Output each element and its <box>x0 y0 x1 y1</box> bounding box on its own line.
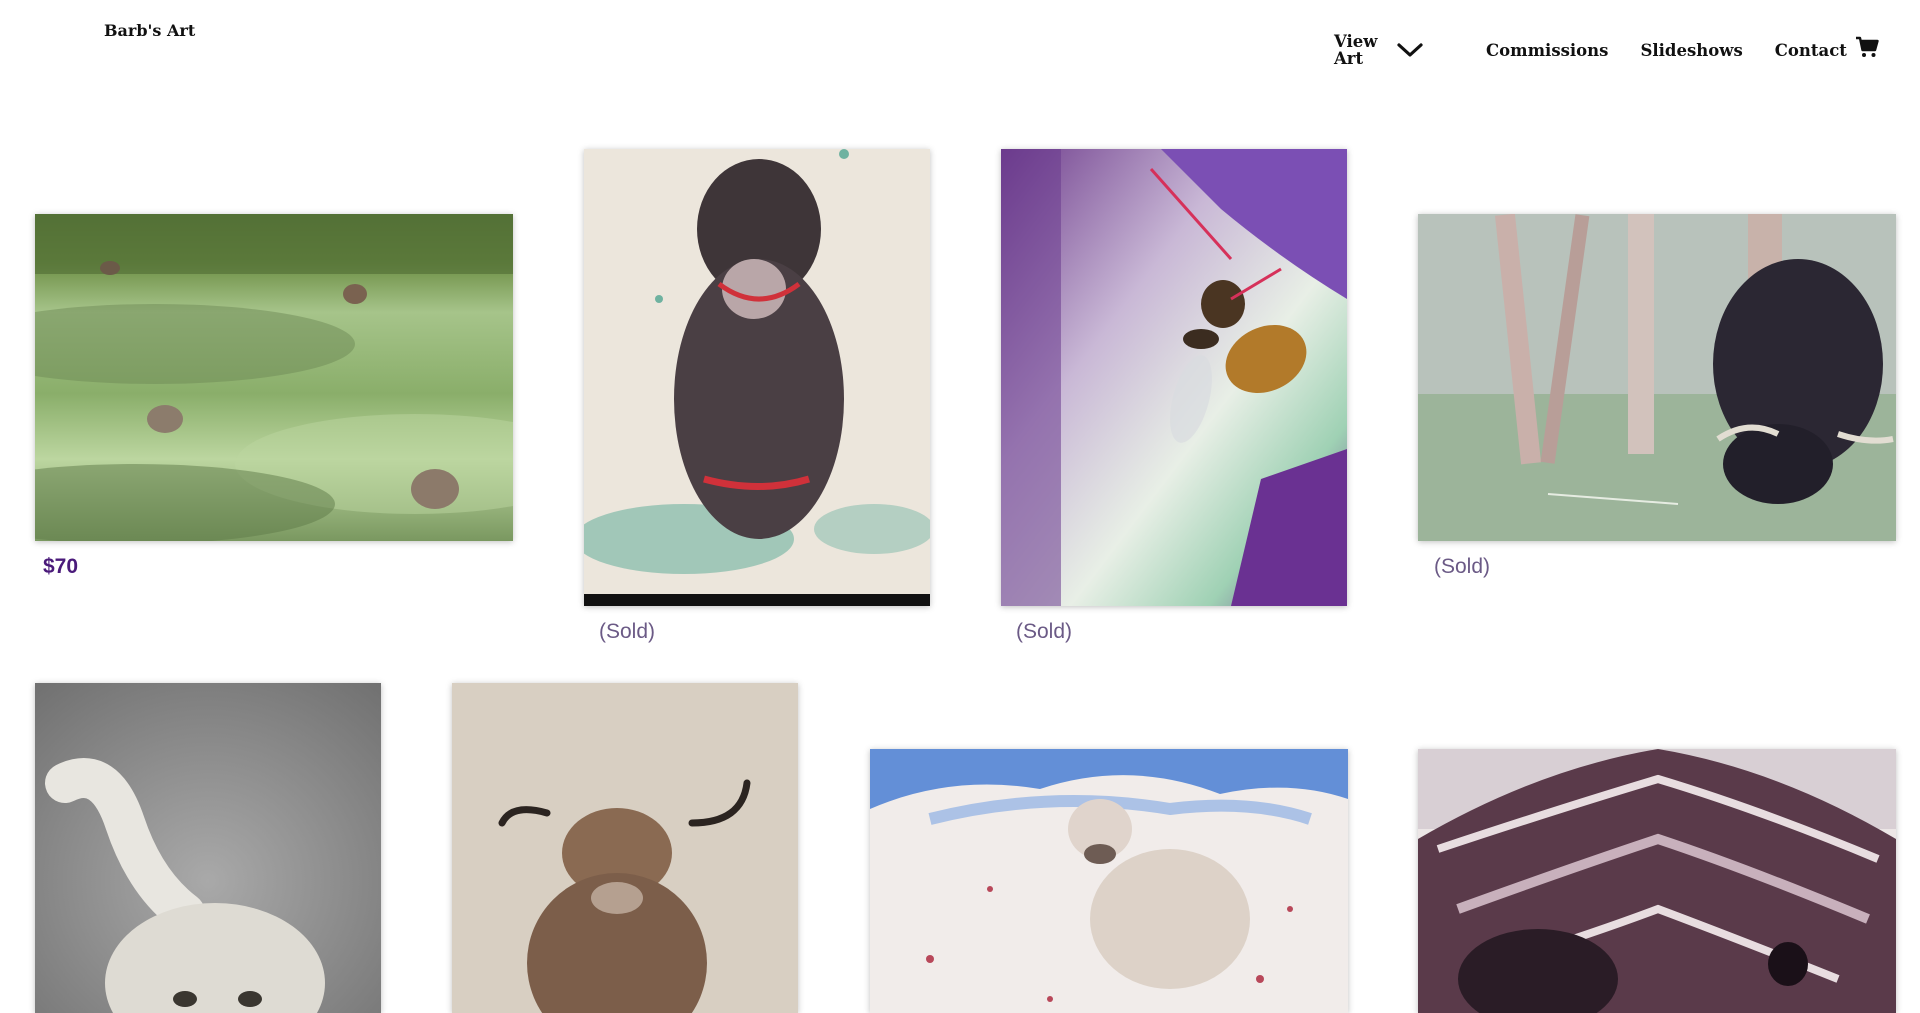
artwork-black-highland-cow[interactable] <box>1418 214 1896 541</box>
nav-commissions[interactable]: Commissions <box>1486 41 1608 60</box>
artwork-price: $70 <box>43 555 79 578</box>
artwork-sold-label: (Sold) <box>1434 555 1491 578</box>
artwork-sold-label: (Sold) <box>1016 620 1073 643</box>
artwork-curly-dog[interactable] <box>584 149 930 606</box>
artwork-white-calf[interactable] <box>870 749 1348 1013</box>
nav-view-art[interactable]: View Art <box>1334 33 1454 67</box>
artwork-brown-highland-bull[interactable] <box>452 683 798 1013</box>
artwork-curly-dog-image <box>584 149 930 606</box>
artwork-highland-cow-closeup[interactable] <box>1418 749 1896 1013</box>
main-nav: View Art Commissions Slideshows Contact <box>1334 30 1879 70</box>
chevron-down-icon <box>1397 43 1423 57</box>
artwork-black-highland-cow-image <box>1418 214 1896 541</box>
artwork-highland-cow-closeup-image <box>1418 749 1896 1013</box>
artwork-white-calf-image <box>870 749 1348 1013</box>
artwork-brown-highland-bull-image <box>452 683 798 1013</box>
nav-view-art-label: View Art <box>1334 32 1378 68</box>
shopping-cart-icon[interactable] <box>1855 35 1879 59</box>
artwork-bee[interactable] <box>1001 149 1347 606</box>
artwork-cattle-field[interactable] <box>35 214 513 541</box>
site-title[interactable]: Barb's Art <box>104 21 195 40</box>
artwork-bee-image <box>1001 149 1347 606</box>
nav-slideshows[interactable]: Slideshows <box>1640 41 1742 60</box>
nav-contact[interactable]: Contact <box>1775 41 1847 60</box>
artwork-sold-label: (Sold) <box>599 620 656 643</box>
artwork-white-dog-image <box>35 683 381 1013</box>
artwork-white-dog[interactable] <box>35 683 381 1013</box>
artwork-cattle-field-image <box>35 214 513 541</box>
